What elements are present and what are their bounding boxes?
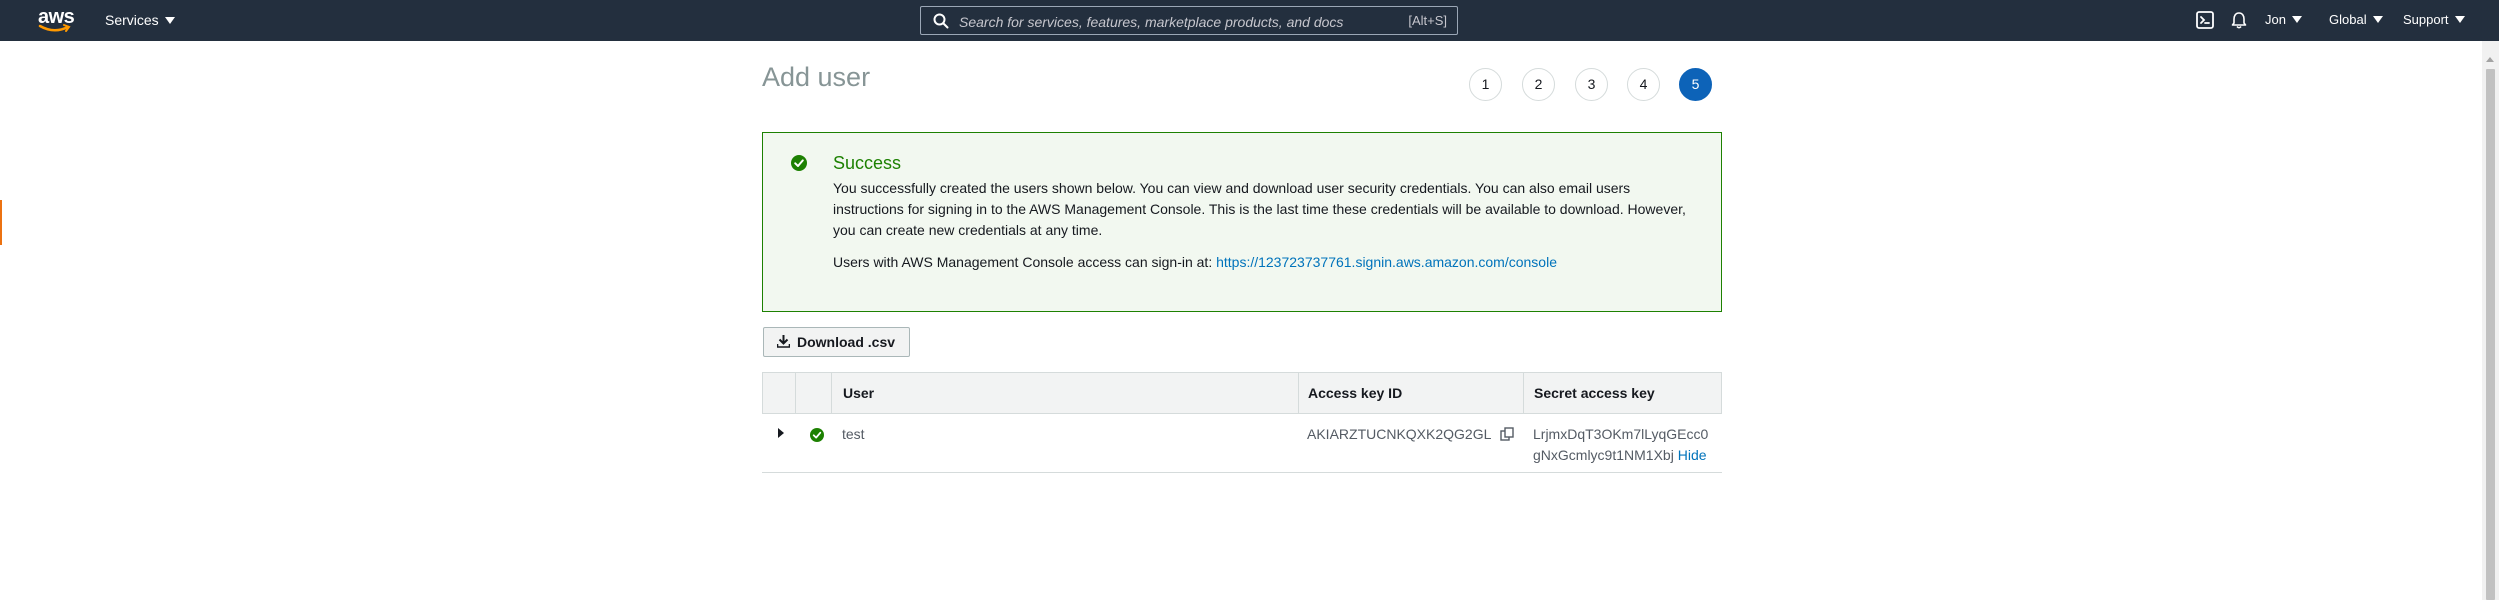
step-1[interactable]: 1	[1469, 68, 1502, 101]
copy-icon[interactable]	[1500, 427, 1514, 441]
region-label: Global	[2329, 12, 2367, 27]
scrollbar-thumb[interactable]	[2486, 69, 2495, 600]
column-divider	[1523, 373, 1524, 413]
services-menu[interactable]: Services	[105, 12, 175, 28]
access-key-id-cell: AKIARZTUCNKQXK2QG2GL	[1307, 426, 1492, 442]
column-header-user[interactable]: User	[843, 373, 874, 413]
vertical-scrollbar[interactable]	[2482, 41, 2499, 600]
console-signin-link[interactable]: https://123723737761.signin.aws.amazon.c…	[1216, 254, 1557, 270]
step-5-current: 5	[1679, 68, 1712, 101]
secret-key-value-part: gNxGcmlyc9t1NM1Xbj	[1533, 447, 1674, 463]
chevron-down-icon	[164, 17, 175, 24]
column-divider	[795, 373, 796, 413]
column-divider	[1298, 373, 1299, 413]
page-title: Add user	[762, 62, 871, 92]
step-4[interactable]: 4	[1627, 68, 1660, 101]
chevron-down-icon	[2454, 16, 2465, 23]
search-box[interactable]: [Alt+S]	[920, 6, 1458, 35]
bell-icon[interactable]	[2231, 11, 2247, 29]
column-header-secret-access-key[interactable]: Secret access key	[1534, 373, 1655, 413]
step-3[interactable]: 3	[1575, 68, 1608, 101]
success-title: Success	[833, 153, 902, 173]
table-header: User Access key ID Secret access key	[762, 372, 1722, 414]
search-shortcut-hint: [Alt+S]	[1408, 13, 1447, 28]
success-message: You successfully created the users shown…	[833, 180, 1686, 238]
download-csv-label: Download .csv	[797, 334, 896, 350]
search-icon	[933, 13, 949, 29]
region-menu[interactable]: Global	[2329, 12, 2383, 27]
success-alert: Success You successfully created the use…	[762, 132, 1722, 312]
aws-smile-icon	[38, 24, 71, 32]
services-label: Services	[105, 12, 159, 28]
aws-logo[interactable]: aws	[36, 6, 76, 34]
step-2[interactable]: 2	[1522, 68, 1555, 101]
secret-key-line-2: gNxGcmlyc9t1NM1Xbj Hide	[1533, 447, 1707, 463]
download-csv-button[interactable]: Download .csv	[763, 327, 910, 357]
column-divider	[831, 373, 832, 413]
support-label: Support	[2403, 12, 2449, 27]
account-menu[interactable]: Jon	[2265, 12, 2302, 27]
account-name: Jon	[2265, 12, 2286, 27]
table-row: test AKIARZTUCNKQXK2QG2GL LrjmxDqT3OKm7l…	[762, 414, 1722, 473]
search-input[interactable]	[957, 10, 1381, 33]
support-menu[interactable]: Support	[2403, 12, 2465, 27]
download-icon	[777, 335, 790, 348]
signin-info: Users with AWS Management Console access…	[833, 254, 1557, 270]
signin-prefix: Users with AWS Management Console access…	[833, 254, 1217, 270]
hide-secret-link[interactable]: Hide	[1678, 447, 1707, 463]
success-check-icon	[810, 428, 824, 442]
side-panel-edge-marker	[0, 200, 2, 245]
secret-key-line-1: LrjmxDqT3OKm7lLyqGEcc0	[1533, 426, 1709, 442]
success-check-icon	[791, 155, 807, 171]
top-navigation-bar: aws Services [Alt+S] Jon Global Support	[0, 0, 2499, 41]
user-name-cell: test	[842, 426, 865, 442]
cloudshell-icon[interactable]	[2196, 11, 2214, 29]
chevron-down-icon	[2291, 16, 2302, 23]
chevron-down-icon	[2372, 16, 2383, 23]
column-header-access-key-id[interactable]: Access key ID	[1308, 373, 1402, 413]
expand-row-caret-icon[interactable]	[778, 428, 784, 438]
scroll-up-arrow-icon[interactable]	[2486, 57, 2494, 62]
